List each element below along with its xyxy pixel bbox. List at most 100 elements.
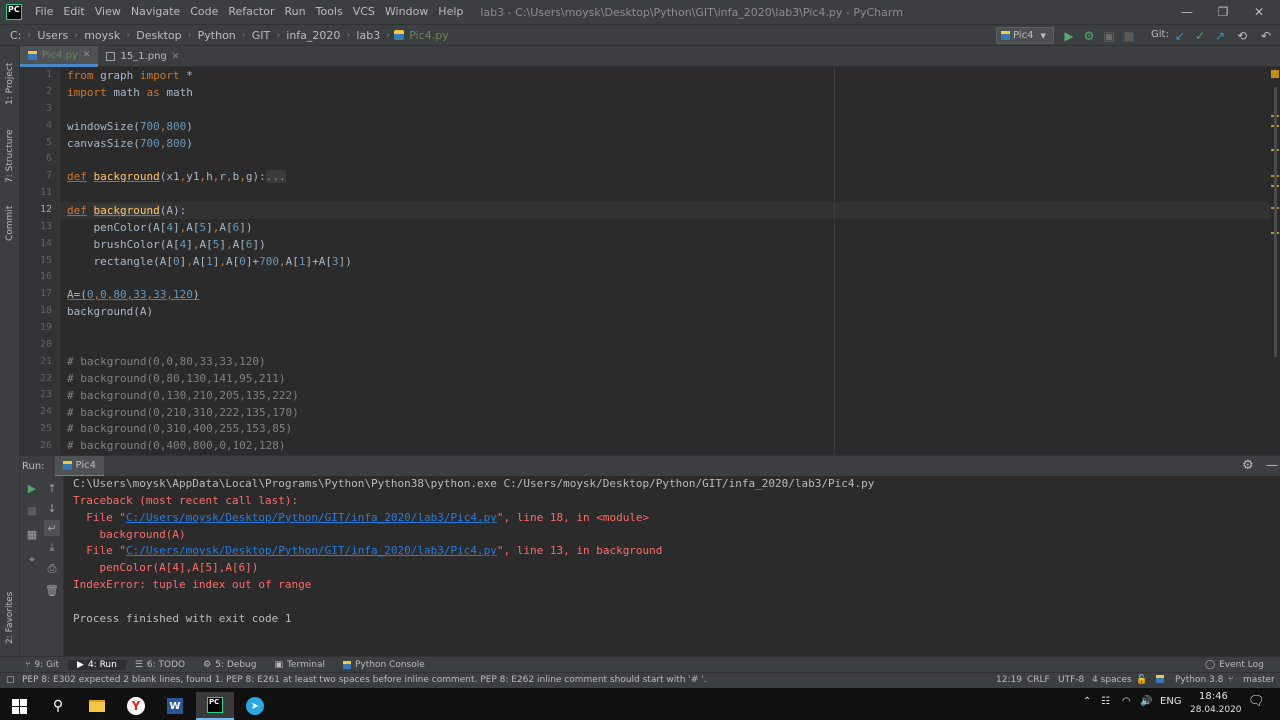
breadcrumb-desktop[interactable]: Desktop [134, 29, 183, 42]
tool-tab-commit[interactable]: Commit [2, 198, 18, 248]
status-branch[interactable]: master [1243, 675, 1275, 685]
run-tab-pic4[interactable]: Pic4 [54, 455, 104, 477]
tray-chevron-up-icon[interactable]: ⌃ [1083, 696, 1091, 707]
git-commit-icon[interactable]: ✓ [1192, 28, 1208, 44]
pin-icon[interactable]: ⌖ [24, 552, 40, 568]
line-number: 20 [39, 339, 52, 350]
stop-icon[interactable]: ■ [1121, 28, 1137, 44]
pycharm-taskbar-icon[interactable]: PC [196, 692, 234, 720]
status-encoding[interactable]: UTF-8 [1058, 675, 1084, 685]
minimize-icon[interactable]: — [1170, 0, 1204, 24]
error-stripe[interactable] [1270, 67, 1280, 455]
tool-tab-run[interactable]: ▶ 4: Run [68, 659, 126, 670]
tool-tab-favorites[interactable]: 2: Favorites [2, 586, 18, 650]
close-icon[interactable]: ✕ [1242, 0, 1276, 24]
run-config-dropdown[interactable]: Pic4 ▼ [996, 27, 1054, 44]
close-tab-icon[interactable]: ✕ [172, 52, 180, 62]
scroll-down-icon[interactable]: ↓ [44, 500, 60, 516]
menu-vcs[interactable]: VCS [348, 0, 380, 24]
windows-start-icon[interactable] [0, 692, 38, 720]
soft-wrap-icon[interactable]: ↵ [44, 520, 60, 536]
trash-icon[interactable]: 🗑 [44, 582, 60, 598]
menu-help[interactable]: Help [433, 0, 468, 24]
git-update-icon[interactable]: ↙ [1172, 28, 1188, 44]
menu-run[interactable]: Run [280, 0, 311, 24]
editor-tab-pic4[interactable]: Pic4.py ✕ [20, 46, 99, 67]
run-console[interactable]: C:\Users\moysk\AppData\Local\Programs\Py… [64, 476, 1280, 656]
coverage-icon[interactable]: ▣ [1101, 28, 1117, 44]
yandex-browser-icon[interactable]: Y [117, 692, 155, 720]
debug-icon[interactable]: ⚙ [1081, 28, 1097, 44]
layout-icon[interactable]: ▦ [24, 526, 40, 542]
code-line-2: import math as math [67, 86, 193, 99]
tray-time[interactable]: 18:46 [1199, 691, 1228, 702]
menu-view[interactable]: View [90, 0, 126, 24]
search-icon[interactable]: ⚲ [39, 692, 77, 720]
menu-file[interactable]: File [30, 0, 58, 24]
image-file-icon [106, 52, 116, 61]
tool-tab-python-console[interactable]: Python Console [334, 660, 434, 670]
status-message[interactable]: PEP 8: E302 expected 2 blank lines, foun… [22, 675, 972, 685]
gear-icon[interactable]: ⚙ [1242, 458, 1254, 473]
breadcrumb-lab3[interactable]: lab3 [354, 29, 382, 42]
caret-row-highlight [60, 202, 1270, 219]
status-interpreter[interactable]: Python 3.8 [1175, 675, 1223, 685]
status-indent[interactable]: 4 spaces [1092, 675, 1132, 685]
close-tab-icon[interactable]: ✕ [83, 50, 91, 60]
stop-icon[interactable]: ■ [24, 502, 40, 518]
warning-indicator-icon[interactable] [1271, 70, 1279, 78]
tool-tab-project[interactable]: 1: Project [2, 54, 18, 114]
word-icon[interactable]: W [156, 692, 194, 720]
git-push-icon[interactable]: ↗ [1212, 28, 1228, 44]
line-number: 21 [39, 356, 52, 367]
status-line-separator[interactable]: CRLF [1027, 675, 1050, 685]
menu-code[interactable]: Code [185, 0, 223, 24]
tool-tab-structure[interactable]: 7: Structure [2, 124, 18, 188]
lock-icon[interactable]: 🔓 [1136, 675, 1147, 685]
print-icon[interactable]: ⎙ [44, 561, 60, 577]
event-log-button[interactable]: ◯ Event Log [1196, 660, 1273, 670]
menu-window[interactable]: Window [380, 0, 433, 24]
rollback-icon[interactable]: ↶ [1258, 28, 1274, 44]
code-line-26: # background(0,400,800,0,102,128) [67, 439, 286, 452]
editor-tab-png[interactable]: 15_1.png ✕ [98, 46, 187, 67]
tray-wifi-icon[interactable]: ◠ [1122, 696, 1131, 707]
status-window-icon[interactable]: ▢ [6, 675, 15, 685]
breadcrumb-file[interactable]: Pic4.py [407, 29, 450, 42]
git-label: Git: [1151, 29, 1169, 40]
editor-scrollbar[interactable] [1274, 87, 1277, 357]
history-icon[interactable]: ⟲ [1234, 28, 1250, 44]
code-editor[interactable]: 1 2 3 4 5 6 7 11 12 13 14 15 16 17 18 19… [20, 67, 1280, 455]
restore-icon[interactable]: ❐ [1206, 0, 1240, 24]
tray-volume-icon[interactable]: 🔊 [1140, 696, 1152, 707]
telegram-icon[interactable]: ➤ [236, 692, 274, 720]
tray-date[interactable]: 28.04.2020 [1190, 705, 1242, 715]
rerun-icon[interactable]: ▶ [24, 480, 40, 496]
file-link[interactable]: C:/Users/moysk/Desktop/Python/GIT/infa_2… [126, 511, 497, 524]
breadcrumb-python[interactable]: Python [196, 29, 238, 42]
file-link[interactable]: C:/Users/moysk/Desktop/Python/GIT/infa_2… [126, 544, 497, 557]
notifications-icon[interactable]: 🗨 [1248, 694, 1265, 709]
breadcrumb-git[interactable]: GIT [250, 29, 273, 42]
breadcrumb-drive[interactable]: C: [8, 29, 23, 42]
breadcrumb-infa[interactable]: infa_2020 [284, 29, 342, 42]
tool-tab-todo[interactable]: ☰ 6: TODO [126, 660, 194, 670]
tool-tab-terminal[interactable]: ▣ Terminal [265, 660, 334, 670]
run-icon[interactable]: ▶ [1061, 28, 1077, 44]
tray-language[interactable]: ENG [1160, 696, 1182, 707]
terminal-icon: ▣ [274, 659, 283, 670]
breadcrumb-moysk[interactable]: moysk [82, 29, 122, 42]
tray-network-icon[interactable]: ☷ [1101, 696, 1110, 707]
tool-tab-git[interactable]: ⑂ 9: Git [16, 660, 68, 670]
menu-navigate[interactable]: Navigate [126, 0, 185, 24]
hide-panel-icon[interactable]: — [1266, 458, 1278, 472]
scroll-up-icon[interactable]: ↑ [44, 480, 60, 496]
breadcrumb-users[interactable]: Users [35, 29, 70, 42]
menu-refactor[interactable]: Refactor [223, 0, 279, 24]
menu-tools[interactable]: Tools [311, 0, 348, 24]
file-explorer-icon[interactable] [78, 692, 116, 720]
tool-tab-debug[interactable]: ⚙ 5: Debug [194, 660, 265, 670]
scroll-to-end-icon[interactable]: ⤓ [44, 540, 60, 556]
status-position[interactable]: 12:19 [996, 675, 1022, 685]
menu-edit[interactable]: Edit [58, 0, 89, 24]
